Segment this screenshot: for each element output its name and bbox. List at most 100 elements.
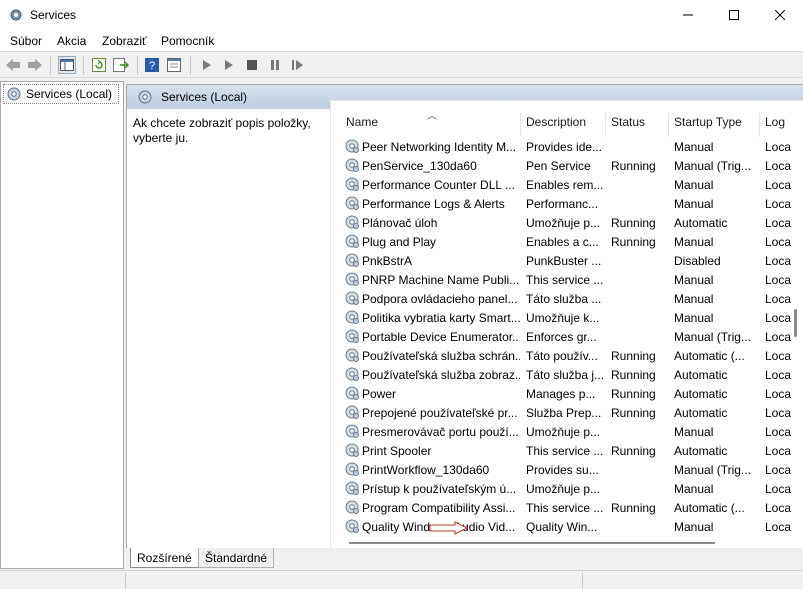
tab-standard[interactable]: Štandardné: [198, 548, 275, 568]
services-gear-icon: [7, 87, 21, 101]
service-row[interactable]: PenService_130da60 Pen Service Running Manu…: [331, 156, 803, 175]
content-pane: Services (Local) Ak chcete zobraziť popi…: [126, 84, 803, 569]
service-name: Peer Networking Identity M...: [362, 140, 517, 154]
service-row[interactable]: Podpora ovládacieho panel... Táto služba …: [331, 289, 803, 308]
service-row[interactable]: Používateľská služba schrán... Táto použí…: [331, 346, 803, 365]
service-row[interactable]: Program Compatibility Assi... This servic…: [331, 498, 803, 517]
export-list-button[interactable]: [112, 56, 130, 74]
service-name: PenService_130da60: [362, 159, 477, 173]
refresh-button[interactable]: [90, 56, 108, 74]
service-startup-type: Manual: [674, 235, 714, 249]
export-list-icon: [113, 58, 129, 72]
services-list[interactable]: ︿ Name Description Status Startup Type L…: [330, 100, 803, 547]
menu-view[interactable]: Zobraziť: [102, 34, 147, 48]
service-startup-type: Manual: [674, 425, 714, 439]
tree-item-services-local[interactable]: Services (Local): [3, 84, 119, 104]
service-status: Running: [611, 159, 656, 173]
content-header-title: Services (Local): [161, 90, 248, 104]
pause-service-button[interactable]: [266, 56, 284, 74]
service-name: Podpora ovládacieho panel...: [362, 292, 518, 306]
menu-bar: Súbor Akcia Zobraziť Pomocník: [0, 30, 803, 52]
service-row[interactable]: PNRP Machine Name Publi... This service .…: [331, 270, 803, 289]
stop-service-button[interactable]: [243, 56, 261, 74]
view-tabs: Rozšírené Štandardné: [126, 548, 803, 570]
service-name: Prepojené používateľské pr...: [362, 406, 518, 420]
service-row[interactable]: Peer Networking Identity M... Provides id…: [331, 137, 803, 156]
column-header-description[interactable]: Description: [526, 115, 586, 129]
service-description: Táto použív...: [526, 349, 598, 363]
service-row[interactable]: Politika vybratia karty Smart... Umožňuje…: [331, 308, 803, 327]
horizontal-scrollbar[interactable]: [331, 539, 803, 547]
show-hide-tree-button[interactable]: [58, 56, 76, 74]
resume-service-button[interactable]: [289, 56, 307, 74]
service-description: Quality Win...: [526, 520, 598, 534]
service-row[interactable]: Prístup k používateľským ú... Umožňuje p.…: [331, 479, 803, 498]
service-startup-type: Automatic: [674, 368, 728, 382]
vertical-scrollbar[interactable]: [791, 109, 801, 529]
maximize-button[interactable]: [711, 0, 757, 30]
start-service-button[interactable]: [198, 56, 216, 74]
service-description: Umožňuje k...: [526, 311, 600, 325]
column-header-name[interactable]: Name: [346, 115, 378, 129]
service-name: Portable Device Enumerator...: [362, 330, 520, 344]
service-status: Running: [611, 444, 656, 458]
column-header-status[interactable]: Status: [611, 115, 645, 129]
service-row[interactable]: Performance Logs & Alerts Performanc... Ma…: [331, 194, 803, 213]
properties-icon: [167, 58, 181, 72]
service-description: This service ...: [526, 501, 604, 515]
service-name: Politika vybratia karty Smart...: [362, 311, 520, 325]
close-icon: [775, 10, 785, 20]
vertical-scroll-thumb[interactable]: [794, 309, 797, 337]
services-gear-icon: [138, 90, 152, 104]
back-button[interactable]: [4, 56, 22, 74]
service-description: Enforces gr...: [526, 330, 597, 344]
service-name: Presmerovávač portu použí...: [362, 425, 519, 439]
service-description: Manages p...: [526, 387, 596, 401]
service-gear-icon: [345, 462, 359, 476]
service-row[interactable]: Používateľská služba zobraz... Táto služb…: [331, 365, 803, 384]
menu-action[interactable]: Akcia: [57, 34, 86, 48]
close-button[interactable]: [757, 0, 803, 30]
service-status: Running: [611, 501, 656, 515]
tab-extended[interactable]: Rozšírené: [130, 548, 199, 568]
service-gear-icon: [345, 405, 359, 419]
minimize-button[interactable]: [665, 0, 711, 30]
service-gear-icon: [345, 481, 359, 495]
service-status: Running: [611, 349, 656, 363]
horizontal-scroll-thumb[interactable]: [349, 542, 715, 544]
service-row[interactable]: PnkBstrA PunkBuster ... Disabled Loca: [331, 251, 803, 270]
service-description: Provides ide...: [526, 140, 603, 154]
back-icon: [6, 59, 20, 71]
service-description: Provides su...: [526, 463, 599, 477]
service-status: Running: [611, 406, 656, 420]
column-header-log-on-as[interactable]: Log: [765, 115, 785, 129]
service-row[interactable]: Plánovač úloh Umožňuje p... Running Automat…: [331, 213, 803, 232]
service-name: Prístup k používateľským ú...: [362, 482, 517, 496]
service-row[interactable]: PrintWorkflow_130da60 Provides su... Manua…: [331, 460, 803, 479]
service-gear-icon: [345, 348, 359, 362]
service-row[interactable]: Presmerovávač portu použí... Umožňuje p..…: [331, 422, 803, 441]
service-description: Umožňuje p...: [526, 482, 601, 496]
service-gear-icon: [345, 424, 359, 438]
service-row[interactable]: Quality Windows Audio Vid... Quality Win.…: [331, 517, 803, 536]
menu-file[interactable]: Súbor: [10, 34, 42, 48]
service-gear-icon: [345, 272, 359, 286]
service-startup-type: Automatic: [674, 406, 728, 420]
service-row[interactable]: Print Spooler This service ... Running Auto…: [331, 441, 803, 460]
menu-help[interactable]: Pomocník: [161, 34, 214, 48]
service-row[interactable]: Portable Device Enumerator... Enforces gr…: [331, 327, 803, 346]
service-startup-type: Manual: [674, 292, 714, 306]
service-startup-type: Manual: [674, 311, 714, 325]
service-startup-type: Manual (Trig...: [674, 330, 751, 344]
service-row[interactable]: Prepojené používateľské pr... Služba Prep…: [331, 403, 803, 422]
forward-button[interactable]: [26, 56, 44, 74]
column-header-startup-type[interactable]: Startup Type: [674, 115, 742, 129]
properties-button[interactable]: [165, 56, 183, 74]
service-row[interactable]: Performance Counter DLL ... Enables rem..…: [331, 175, 803, 194]
service-row[interactable]: Plug and Play Enables a c... Running Manual…: [331, 232, 803, 251]
start-service-alt-button[interactable]: [220, 56, 238, 74]
help-button[interactable]: ?: [143, 56, 161, 74]
service-row[interactable]: Power Manages p... Running Automatic Loca: [331, 384, 803, 403]
service-name: Plánovač úloh: [362, 216, 438, 230]
service-startup-type: Manual (Trig...: [674, 159, 751, 173]
